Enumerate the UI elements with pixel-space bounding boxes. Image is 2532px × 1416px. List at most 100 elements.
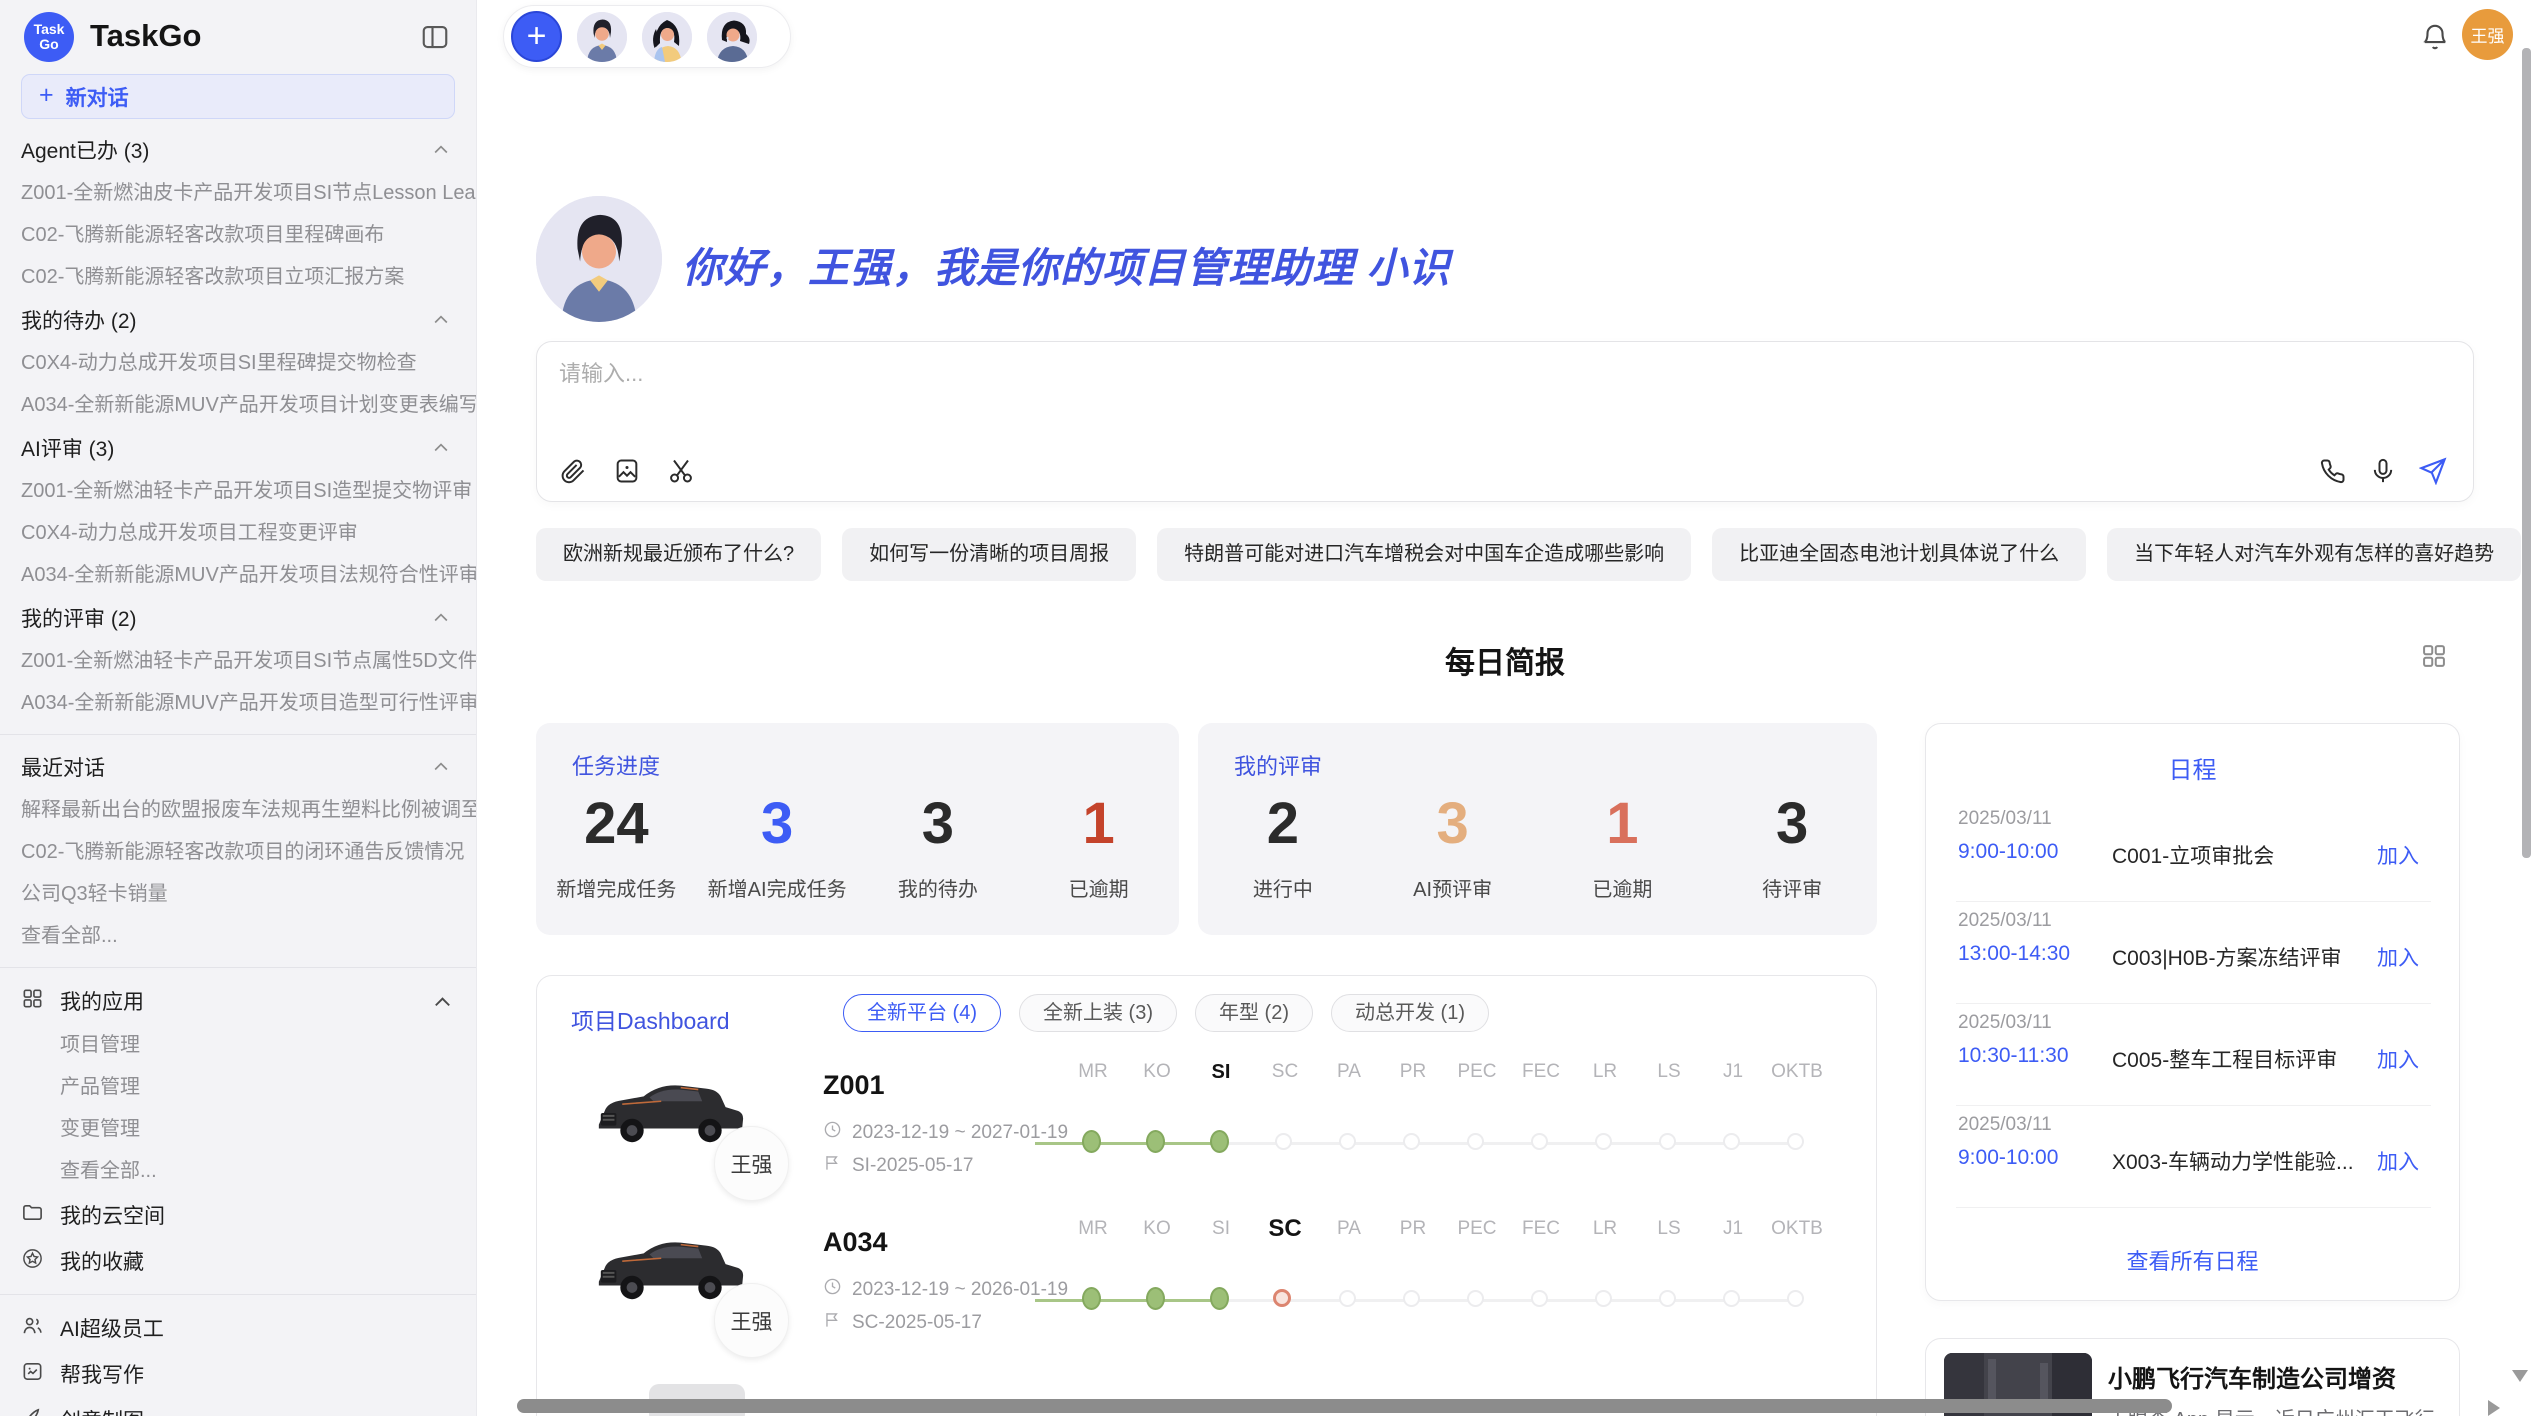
assistant-avatar-2[interactable]: [642, 12, 692, 62]
project-owner-badge: 王强: [714, 1126, 789, 1201]
sidebar-item[interactable]: C02-飞腾新能源轻客改款项目里程碑画布: [0, 214, 477, 256]
app-sub-item[interactable]: 产品管理: [0, 1066, 477, 1108]
task-progress-card: 任务进度24新增完成任务3新增AI完成任务3我的待办1已逾期: [536, 723, 1179, 935]
app-sub-item[interactable]: 查看全部...: [0, 1150, 477, 1192]
milestone-node: PA: [1317, 1215, 1381, 1243]
sidebar-item[interactable]: A034-全新新能源MUV产品开发项目造型可行性评审: [0, 682, 477, 724]
recent-conversation-item[interactable]: C02-飞腾新能源轻客改款项目的闭环通告反馈情况: [0, 831, 477, 873]
dashboard-filter-active[interactable]: 全新平台 (4): [843, 994, 1001, 1032]
scroll-right-arrow[interactable]: [2488, 1400, 2500, 1416]
sidebar-item[interactable]: A034-全新新能源MUV产品开发项目计划变更表编写: [0, 384, 477, 426]
my-apps-header[interactable]: 我的应用: [0, 978, 477, 1024]
suggestion-chip[interactable]: 如何写一份清晰的项目周报: [842, 528, 1136, 581]
recent-conversation-item[interactable]: 公司Q3轻卡销量: [0, 873, 477, 915]
suggestion-chip[interactable]: 当下年轻人对汽车外观有怎样的喜好趋势: [2107, 528, 2521, 581]
new-chat-label: 新对话: [66, 82, 129, 112]
milestone-node: PEC: [1445, 1058, 1509, 1086]
ai-super-staff[interactable]: AI超级员工: [0, 1305, 477, 1351]
date-range-text: 2023-12-19 ~ 2026-01-19: [852, 1279, 1068, 1301]
sidebar-item[interactable]: Z001-全新燃油轻卡产品开发项目SI节点属性5D文件评审: [0, 640, 477, 682]
milestone-label: LS: [1637, 1215, 1701, 1243]
dashboard-filter-pill[interactable]: 动总开发 (1): [1331, 994, 1489, 1032]
sidebar-item[interactable]: C0X4-动力总成开发项目工程变更评审: [0, 512, 477, 554]
event-title: C005-整车工程目标评审: [2112, 1044, 2337, 1074]
attachment-icon[interactable]: [559, 457, 587, 485]
app-logo: Task Go: [24, 12, 74, 62]
milestone-dot-pending: [1339, 1133, 1356, 1150]
dashboard-filter-pill[interactable]: 全新上装 (3): [1019, 994, 1177, 1032]
sidebar-section-header[interactable]: Agent已办 (3): [0, 128, 477, 172]
creative-drawing[interactable]: 创意制图: [0, 1397, 477, 1416]
sidebar: Task Go TaskGo + 新对话 Agent已办 (3) Z001-全新燃…: [0, 0, 477, 1416]
add-assistant-button[interactable]: +: [511, 11, 562, 62]
milestone-track-done: [1035, 1299, 1221, 1302]
stat-column: 3AI预评审: [1368, 785, 1538, 902]
schedule-panel: 日程 2025/03/119:00-10:00C001-立项审批会加入2025/…: [1925, 723, 2460, 1301]
send-icon[interactable]: [2419, 457, 2447, 485]
project-code: A034: [823, 1227, 888, 1258]
user-avatar[interactable]: 王强: [2462, 9, 2513, 60]
scissors-icon[interactable]: [667, 457, 695, 485]
recent-conversations-header[interactable]: 最近对话: [0, 745, 477, 789]
horizontal-scrollbar[interactable]: [517, 1399, 2172, 1413]
project-row[interactable]: 王强A0342023-12-19 ~ 2026-01-19SC-2025-05-…: [537, 1215, 1876, 1372]
join-meeting-link[interactable]: 加入: [2377, 1146, 2419, 1176]
schedule-title: 日程: [1926, 750, 2459, 785]
stat-column: 1已逾期: [1538, 785, 1708, 902]
milestone-node: KO: [1125, 1215, 1189, 1243]
event-date: 2025/03/11: [1958, 1114, 2052, 1136]
sidebar-item[interactable]: Z001-全新燃油轻卡产品开发项目SI造型提交物评审: [0, 470, 477, 512]
my-cloud-space[interactable]: 我的云空间: [0, 1192, 477, 1238]
suggestion-chip[interactable]: 特朗普可能对进口汽车增税会对中国车企造成哪些影响: [1157, 528, 1691, 581]
recent-conversation-item[interactable]: 查看全部...: [0, 915, 477, 957]
join-meeting-link[interactable]: 加入: [2377, 840, 2419, 870]
sidebar-header: Task Go TaskGo: [0, 0, 476, 78]
milestone-timeline: MRKOSISCPAPRPECFECLRLSJ1OKTB: [1061, 1215, 1851, 1345]
dashboard-filter-pill[interactable]: 年型 (2): [1195, 994, 1313, 1032]
app-sub-item[interactable]: 变更管理: [0, 1108, 477, 1150]
phone-icon[interactable]: [2319, 457, 2347, 485]
briefing-layout-icon[interactable]: [2420, 642, 2448, 670]
microphone-icon[interactable]: [2369, 457, 2397, 485]
suggestion-chip[interactable]: 比亚迪全固态电池计划具体说了什么: [1712, 528, 2086, 581]
stat-label: 已逾期: [1018, 873, 1179, 902]
join-meeting-link[interactable]: 加入: [2377, 942, 2419, 972]
composer-right-tools: [2319, 457, 2447, 485]
scroll-down-arrow[interactable]: [2512, 1370, 2528, 1382]
sidebar-section-label: Agent已办 (3): [21, 135, 149, 165]
milestone-node: MR: [1061, 1215, 1125, 1243]
sidebar-section-header[interactable]: AI评审 (3): [0, 426, 477, 470]
assistant-avatar-1[interactable]: [577, 12, 627, 62]
milestone-dot-done: [1210, 1130, 1229, 1153]
help-me-write[interactable]: 帮我写作: [0, 1351, 477, 1397]
milestone-label: KO: [1125, 1215, 1189, 1243]
assistant-avatar-3[interactable]: [707, 12, 757, 62]
collapse-sidebar-icon[interactable]: [420, 22, 450, 52]
my-favorites[interactable]: 我的收藏: [0, 1238, 477, 1284]
sidebar-section-header[interactable]: 我的评审 (2): [0, 596, 477, 640]
suggestion-chip[interactable]: 欧洲新规最近颁布了什么?: [536, 528, 821, 581]
new-chat-button[interactable]: + 新对话: [21, 74, 455, 119]
join-meeting-link[interactable]: 加入: [2377, 1044, 2419, 1074]
app-sub-item[interactable]: 项目管理: [0, 1024, 477, 1066]
sidebar-item[interactable]: C0X4-动力总成开发项目SI里程碑提交物检查: [0, 342, 477, 384]
chevron-up-icon: [431, 757, 451, 777]
sidebar-item[interactable]: A034-全新新能源MUV产品开发项目法规符合性评审: [0, 554, 477, 596]
milestone-dot-risk: [1273, 1289, 1291, 1307]
message-input[interactable]: [559, 356, 2259, 448]
notification-bell-icon[interactable]: [2420, 22, 2450, 52]
sidebar-item[interactable]: C02-飞腾新能源轻客改款项目立项汇报方案: [0, 256, 477, 298]
flag-text: SC-2025-05-17: [852, 1312, 982, 1334]
view-all-schedule-link[interactable]: 查看所有日程: [1926, 1244, 2459, 1276]
sidebar-item[interactable]: Z001-全新燃油皮卡产品开发项目SI节点Lesson Learn报告: [0, 172, 477, 214]
image-upload-icon[interactable]: [613, 457, 641, 485]
app-root: Task Go TaskGo + 新对话 Agent已办 (3) Z001-全新燃…: [0, 0, 2532, 1416]
sidebar-section-header[interactable]: 我的待办 (2): [0, 298, 477, 342]
event-title: C001-立项审批会: [2112, 840, 2274, 870]
milestone-label: LS: [1637, 1058, 1701, 1086]
milestone-node: PA: [1317, 1058, 1381, 1086]
recent-conversation-item[interactable]: 解释最新出台的欧盟报废车法规再生塑料比例被调至15%...: [0, 789, 477, 831]
vertical-scrollbar[interactable]: [2522, 48, 2531, 858]
project-row[interactable]: 王强Z0012023-12-19 ~ 2027-01-19SI-2025-05-…: [537, 1058, 1876, 1215]
project-date-range: 2023-12-19 ~ 2027-01-19: [823, 1120, 1068, 1145]
